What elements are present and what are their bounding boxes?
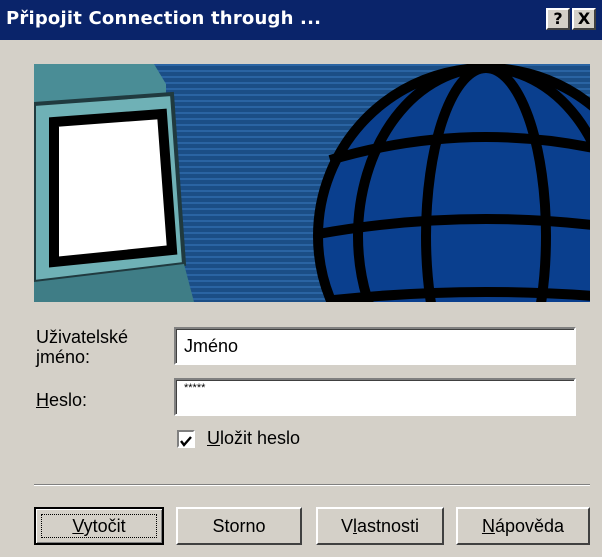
password-field[interactable]: ***** xyxy=(174,378,576,416)
properties-button[interactable]: Vlastnosti xyxy=(316,507,444,545)
help-icon[interactable]: ? xyxy=(546,8,570,30)
checkmark-icon xyxy=(180,436,192,447)
monitor-icon xyxy=(34,64,194,302)
separator xyxy=(34,484,590,486)
username-field[interactable] xyxy=(174,327,576,365)
password-label: Heslo: xyxy=(36,390,88,410)
help-button[interactable]: Nápověda xyxy=(456,507,590,545)
close-icon[interactable]: X xyxy=(572,8,596,30)
save-password-label[interactable]: Uložit heslo xyxy=(207,428,300,448)
dial-up-dialog: Připojit Connection through ... ? X Uživ… xyxy=(0,0,602,557)
title-bar[interactable]: Připojit Connection through ... ? X xyxy=(0,0,602,40)
connection-illustration xyxy=(34,64,590,302)
dial-button[interactable]: Vytočit xyxy=(34,507,164,545)
save-password-checkbox[interactable] xyxy=(177,430,195,448)
window-title: Připojit Connection through ... xyxy=(6,8,322,29)
username-label: Uživatelské jméno: xyxy=(36,327,129,367)
cancel-button[interactable]: Storno xyxy=(176,507,302,545)
